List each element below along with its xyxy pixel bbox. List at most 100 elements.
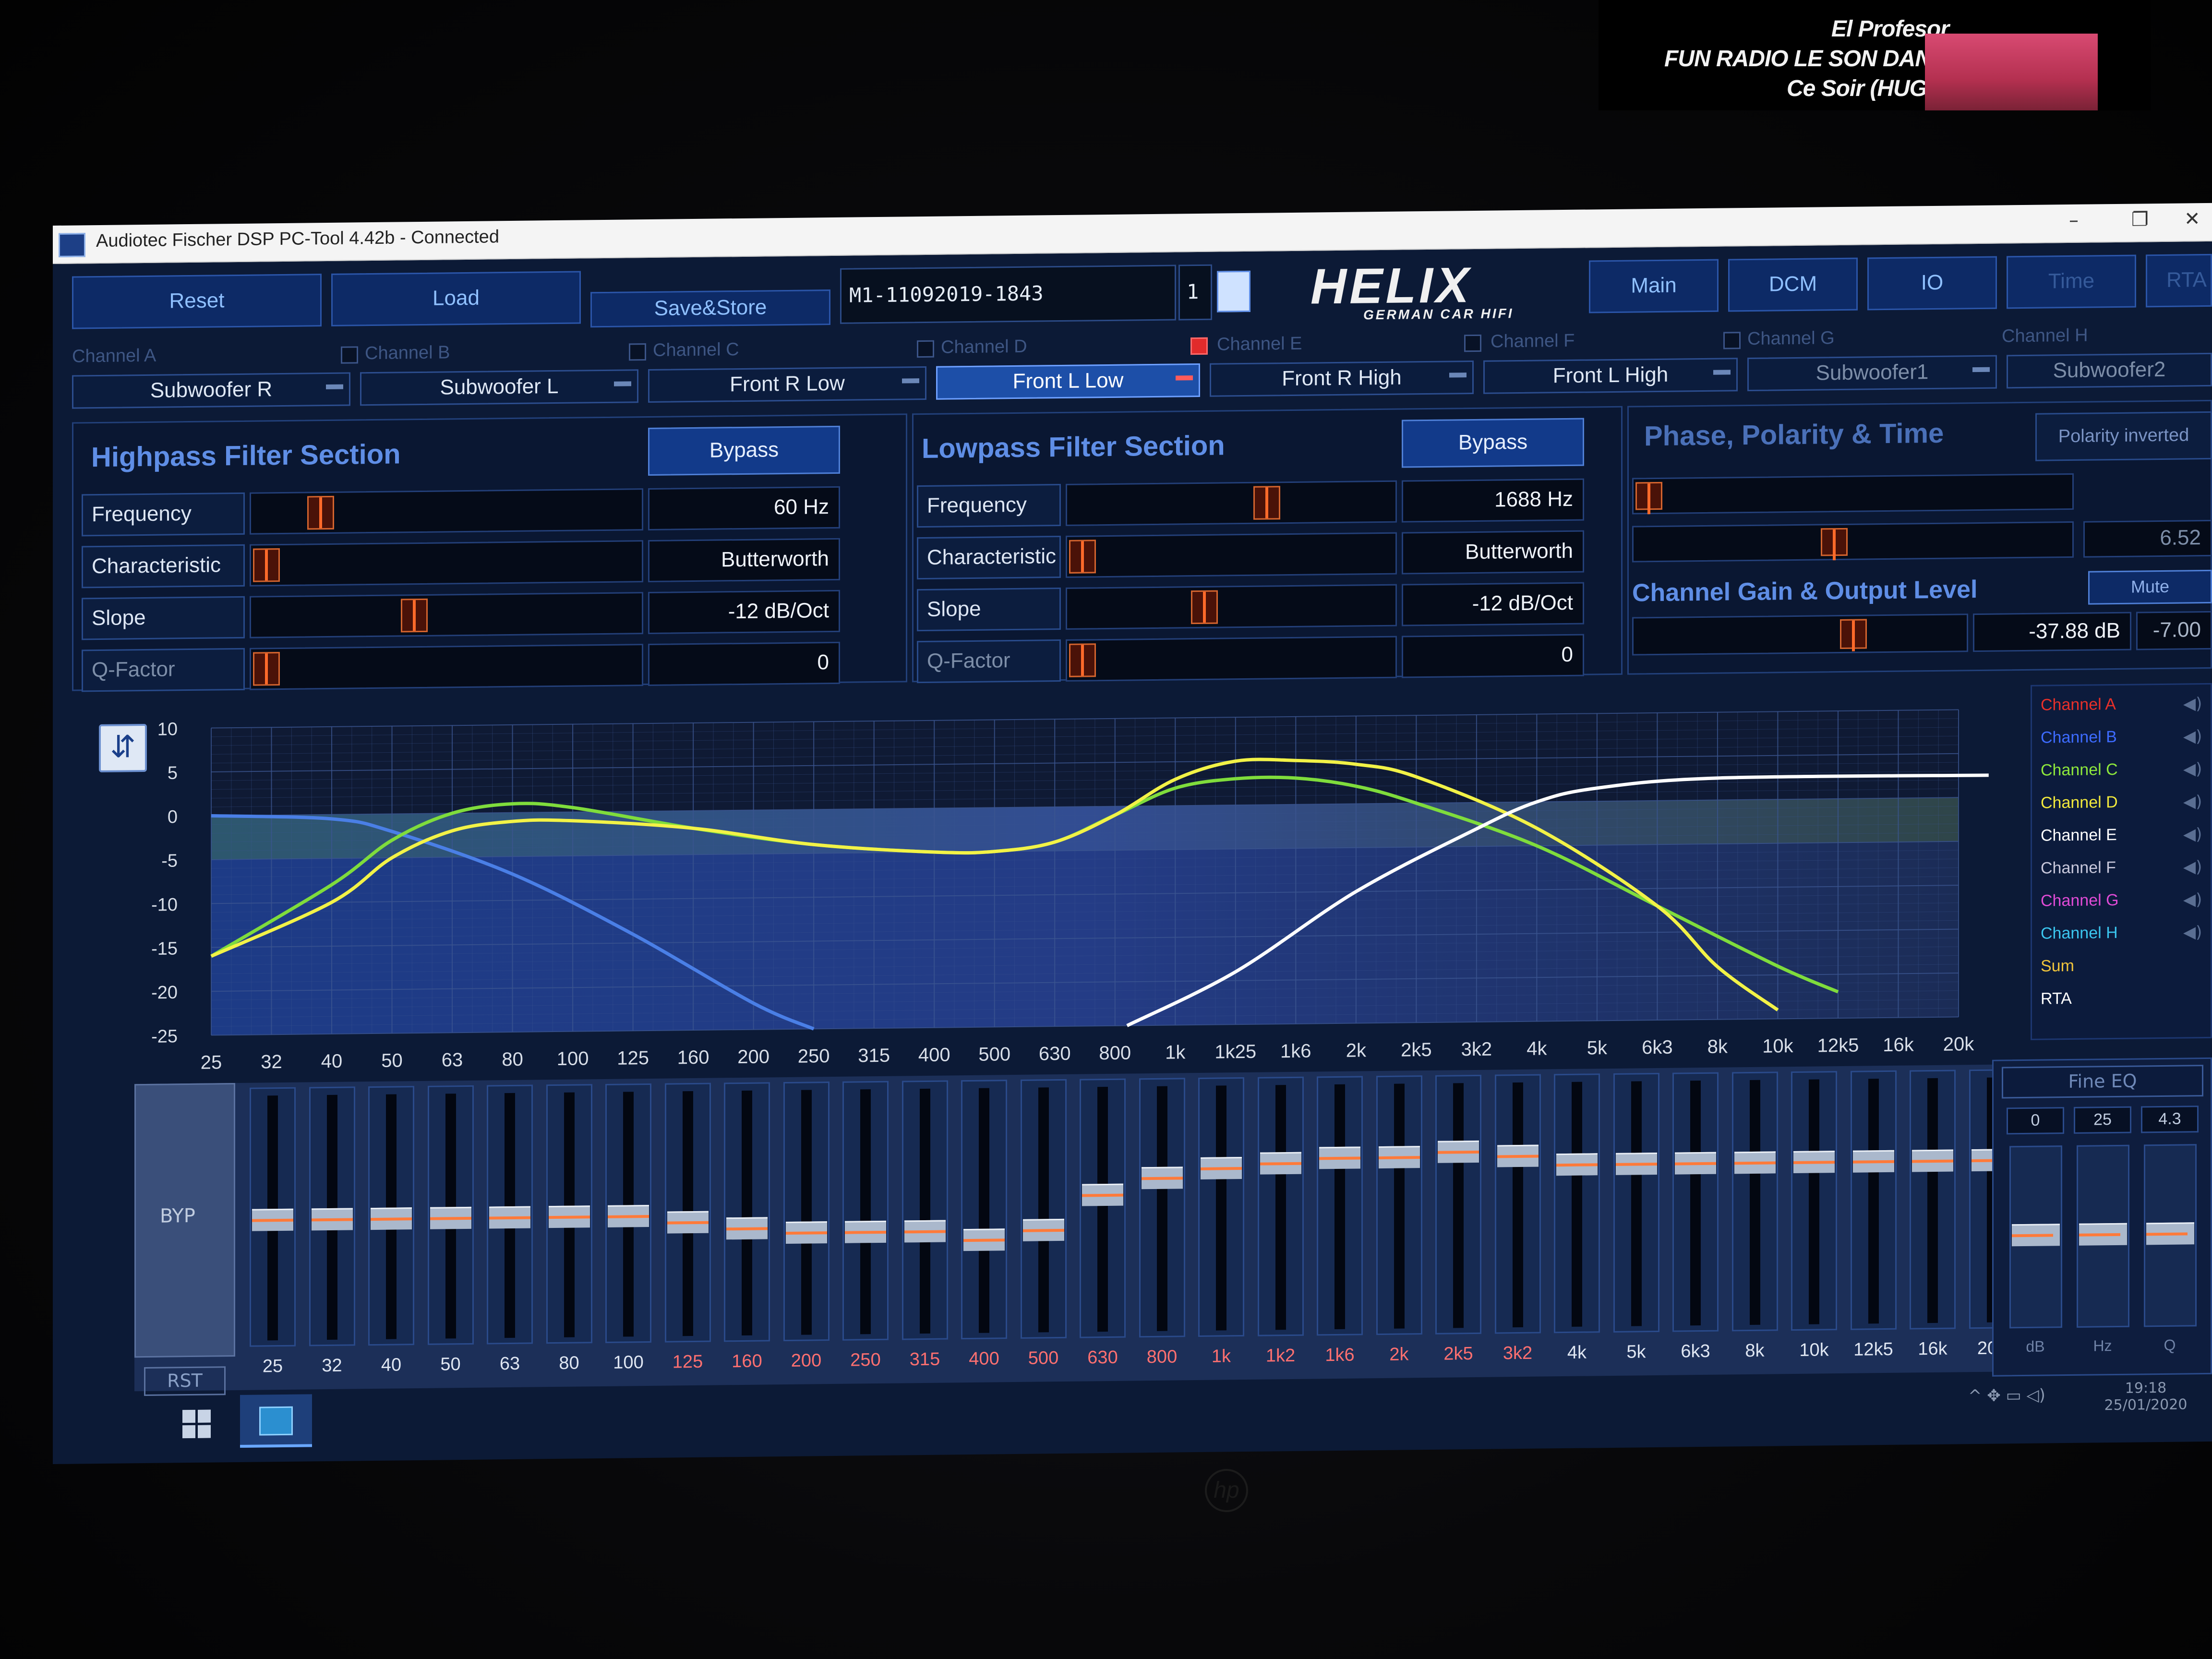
slider-knob[interactable]	[253, 652, 280, 686]
eq-fader-1k2[interactable]	[1257, 1076, 1304, 1336]
time-slider[interactable]	[1632, 521, 2074, 563]
speaker-icon[interactable]: ◀)	[2183, 792, 2202, 811]
eq-fader-10k[interactable]	[1791, 1071, 1837, 1331]
channel-g-select[interactable]: Subwoofer1	[1747, 355, 1997, 392]
channel-gain-value[interactable]: -37.88 dB	[1973, 612, 2131, 652]
eq-fader-5k[interactable]	[1613, 1072, 1659, 1333]
hp-slope-value[interactable]: -12 dB/Oct	[648, 589, 840, 635]
channel-b-select[interactable]: Subwoofer L	[360, 369, 638, 406]
eq-fader-1k6[interactable]	[1317, 1076, 1363, 1336]
eq-fader-4k[interactable]	[1554, 1073, 1600, 1334]
slider-knob[interactable]	[253, 548, 280, 582]
eq-fader-63[interactable]	[487, 1084, 533, 1345]
zoom-toggle-icon[interactable]: ⇵	[99, 723, 147, 772]
eq-fader-12k5[interactable]	[1850, 1070, 1897, 1330]
legend-item-channel-h[interactable]: Channel H	[2041, 924, 2118, 943]
eq-fader-8k[interactable]	[1731, 1071, 1778, 1332]
slider-knob[interactable]	[1069, 540, 1096, 574]
time-value[interactable]: 6.52	[2083, 519, 2212, 558]
lp-qfactor-value[interactable]: 0	[1402, 634, 1584, 678]
highpass-bypass-button[interactable]: Bypass	[648, 425, 840, 476]
mute-button[interactable]: Mute	[2088, 569, 2212, 605]
eq-fader-3k2[interactable]	[1494, 1074, 1541, 1334]
eq-fader-50[interactable]	[427, 1085, 474, 1345]
slider-knob[interactable]	[1069, 643, 1096, 677]
channel-f-select[interactable]: Front L High	[1483, 358, 1738, 394]
eq-fader-40[interactable]	[368, 1086, 414, 1346]
fine-eq-select[interactable]: Fine EQ	[2002, 1065, 2203, 1099]
fader-cap[interactable]	[2012, 1224, 2060, 1247]
channel-e-select[interactable]: Front R High	[1210, 361, 1474, 397]
legend-item-rta[interactable]: RTA	[2041, 989, 2072, 1009]
fader-cap[interactable]	[1734, 1151, 1776, 1174]
legend-item-channel-e[interactable]: Channel E	[2041, 826, 2117, 845]
fader-cap[interactable]	[726, 1217, 768, 1240]
eq-fader-125[interactable]	[664, 1082, 711, 1343]
channel-f-link-checkbox[interactable]	[1464, 334, 1481, 352]
fader-cap[interactable]	[845, 1220, 886, 1243]
hp-frequency-slider[interactable]	[250, 488, 643, 535]
channel-b-link-checkbox[interactable]	[341, 346, 358, 364]
lowpass-bypass-button[interactable]: Bypass	[1402, 418, 1584, 468]
minimize-icon[interactable]: –	[2069, 209, 2079, 231]
eq-fader-160[interactable]	[724, 1082, 770, 1342]
fader-cap[interactable]	[371, 1207, 412, 1230]
channel-d-select[interactable]: Front L Low	[936, 363, 1200, 400]
preset-number[interactable]: 1	[1178, 264, 1212, 321]
eq-fader-200[interactable]	[783, 1082, 830, 1342]
eq-fader-800[interactable]	[1139, 1078, 1185, 1338]
legend-item-channel-g[interactable]: Channel G	[2041, 891, 2119, 911]
slider-knob[interactable]	[307, 495, 334, 530]
fine-eq-value-q[interactable]: 4.3	[2141, 1106, 2199, 1133]
fader-cap[interactable]	[1556, 1153, 1598, 1176]
fader-cap[interactable]	[785, 1221, 827, 1244]
legend-item-channel-b[interactable]: Channel B	[2041, 728, 2117, 747]
channel-g-link-checkbox[interactable]	[1723, 332, 1741, 349]
fader-cap[interactable]	[1438, 1141, 1479, 1164]
windows-start-icon[interactable]	[182, 1409, 211, 1439]
tab-dcm[interactable]: DCM	[1728, 257, 1858, 312]
fader-cap[interactable]	[311, 1208, 353, 1230]
fader-cap[interactable]	[1615, 1153, 1657, 1176]
load-button[interactable]: Load	[331, 271, 581, 326]
hp-frequency-value[interactable]: 60 Hz	[648, 486, 840, 531]
fader-cap[interactable]	[608, 1204, 649, 1227]
eq-fader-6k3[interactable]	[1672, 1072, 1719, 1332]
fader-cap[interactable]	[963, 1228, 1005, 1251]
fader-cap[interactable]	[1497, 1144, 1539, 1167]
slider-knob[interactable]	[1191, 590, 1218, 625]
eq-fader-2k[interactable]	[1376, 1075, 1422, 1335]
eq-fader-250[interactable]	[842, 1081, 889, 1341]
speaker-icon[interactable]: ◀)	[2183, 890, 2202, 909]
fine-eq-value-hz[interactable]: 25	[2074, 1106, 2131, 1134]
phase-slider[interactable]	[1632, 473, 2074, 515]
fader-cap[interactable]	[1675, 1152, 1716, 1175]
speaker-icon[interactable]: ◀)	[2183, 825, 2202, 844]
fader-cap[interactable]	[430, 1206, 471, 1229]
taskbar-app-icon[interactable]	[240, 1394, 312, 1448]
channel-h-select[interactable]: Subwoofer2	[2007, 352, 2212, 389]
fine-eq-fader-db[interactable]	[2009, 1145, 2062, 1329]
channel-a-select[interactable]: Subwoofer R	[72, 372, 350, 409]
fader-cap[interactable]	[1319, 1146, 1360, 1169]
fader-cap[interactable]	[1022, 1218, 1064, 1241]
tab-rta[interactable]: RTA	[2146, 253, 2212, 308]
eq-bypass-button[interactable]: BYP	[134, 1083, 235, 1358]
fader-cap[interactable]	[2146, 1222, 2194, 1245]
speaker-icon[interactable]: ◀)	[2183, 923, 2202, 942]
close-icon[interactable]: ✕	[2184, 208, 2200, 230]
hp-slope-slider[interactable]	[250, 592, 643, 638]
slider-knob[interactable]	[1253, 486, 1281, 520]
fader-cap[interactable]	[1141, 1166, 1183, 1190]
speaker-icon[interactable]: ◀)	[2183, 759, 2202, 779]
eq-fader-16k[interactable]	[1910, 1070, 1956, 1330]
tab-time[interactable]: Time	[2007, 254, 2136, 309]
eq-fader-315[interactable]	[902, 1080, 948, 1340]
channel-c-select[interactable]: Front R Low	[648, 366, 926, 403]
reset-button[interactable]: Reset	[72, 274, 322, 329]
fader-cap[interactable]	[548, 1205, 590, 1228]
eq-fader-500[interactable]	[1020, 1079, 1067, 1339]
fader-cap[interactable]	[1260, 1152, 1301, 1175]
lp-slope-slider[interactable]	[1066, 584, 1397, 630]
eq-fader-1k[interactable]	[1198, 1077, 1244, 1337]
